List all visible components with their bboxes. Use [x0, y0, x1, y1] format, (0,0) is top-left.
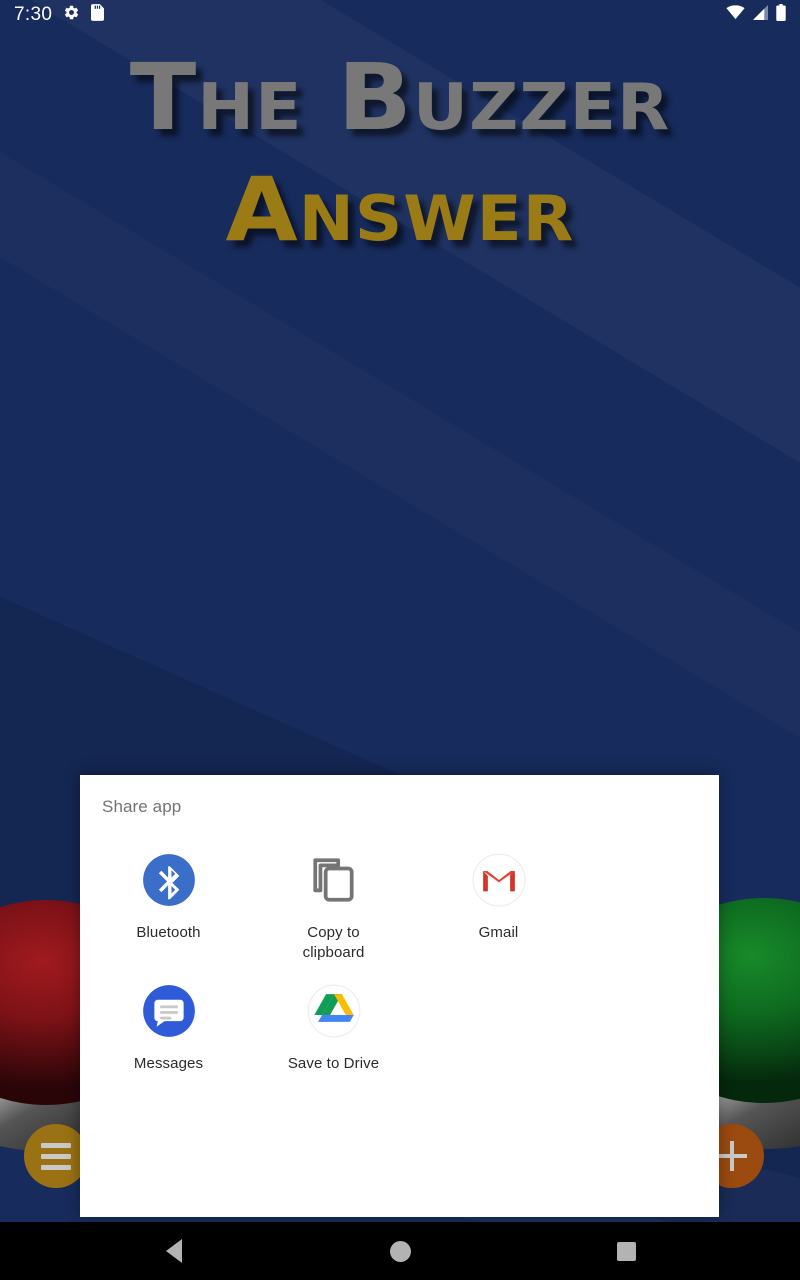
share-target-copy-to-clipboard[interactable]: Copy to clipboard — [251, 833, 416, 964]
status-bar-right — [726, 4, 786, 26]
recents-square-icon — [616, 1241, 636, 1261]
share-target-label: Messages — [133, 1054, 204, 1072]
settings-gear-icon — [63, 4, 80, 26]
nav-back-button[interactable] — [147, 1224, 201, 1278]
home-circle-icon — [389, 1240, 411, 1262]
phone-screen: The Buzzer Answer 7:30 Share app Bluetoo… — [0, 0, 800, 1280]
app-title-block: The Buzzer Answer — [0, 52, 800, 254]
menu-fab-button[interactable] — [24, 1124, 88, 1188]
wifi-icon — [726, 5, 745, 25]
android-navigation-bar — [0, 1222, 800, 1280]
hamburger-menu-icon — [41, 1142, 71, 1170]
nav-recents-button[interactable] — [599, 1224, 653, 1278]
share-target-label: Save to Drive — [287, 1054, 380, 1072]
share-target-label: Bluetooth — [136, 924, 201, 941]
app-title-line-1: The Buzzer — [129, 44, 671, 151]
back-triangle-icon — [166, 1239, 182, 1263]
share-target-label: Gmail — [478, 924, 519, 941]
share-sheet-dialog: Share app Bluetooth Copy to clipboard Gm… — [80, 775, 719, 1217]
bluetooth-icon — [140, 851, 198, 909]
share-target-gmail[interactable]: Gmail — [416, 833, 581, 964]
app-title-line-2: Answer — [225, 158, 575, 261]
google-drive-icon — [305, 982, 363, 1040]
share-target-bluetooth[interactable]: Bluetooth — [86, 833, 251, 964]
gmail-icon — [470, 851, 528, 909]
plus-icon — [717, 1141, 747, 1171]
share-sheet-title: Share app — [102, 797, 182, 816]
nav-home-button[interactable] — [373, 1224, 427, 1278]
cell-signal-icon — [752, 5, 769, 25]
battery-icon — [776, 4, 786, 26]
share-target-messages[interactable]: Messages — [86, 964, 251, 1074]
copy-icon — [305, 851, 363, 909]
share-target-label: Copy to clipboard — [302, 924, 365, 962]
status-clock: 7:30 — [14, 4, 53, 25]
share-target-grid: Bluetooth Copy to clipboard Gmail Messag… — [86, 817, 719, 1074]
status-bar-left: 7:30 — [14, 4, 105, 26]
status-bar: 7:30 — [0, 0, 800, 30]
messages-icon — [140, 982, 198, 1040]
sd-card-icon — [91, 4, 105, 26]
share-target-save-to-drive[interactable]: Save to Drive — [251, 964, 416, 1074]
